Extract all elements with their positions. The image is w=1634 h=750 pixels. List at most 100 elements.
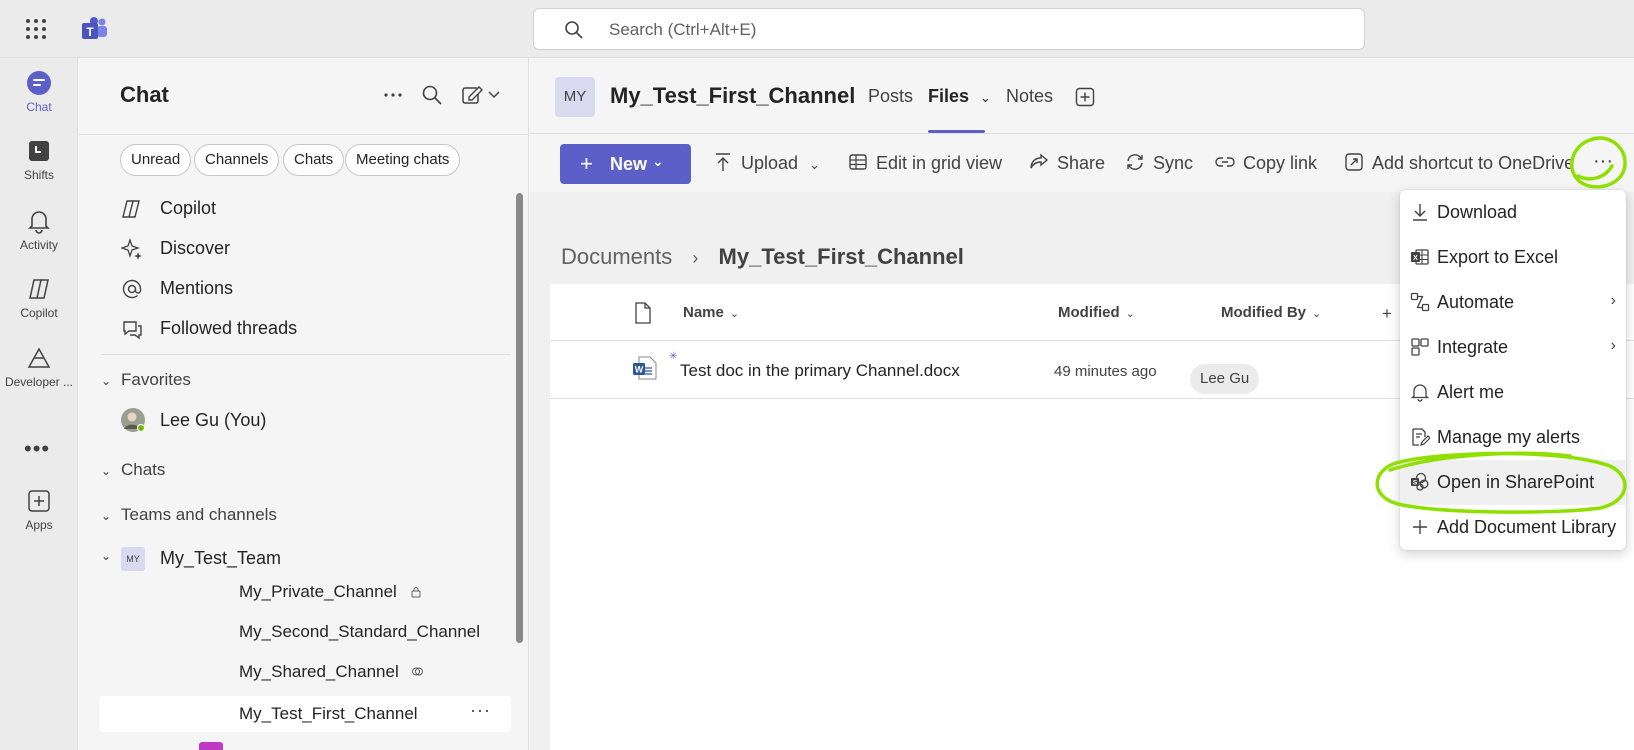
section-chats[interactable]: ⌄ Chats xyxy=(101,460,165,480)
rail-item-developer-portal[interactable]: Developer ... xyxy=(0,345,78,407)
section-label: Favorites xyxy=(121,370,191,389)
sync-button[interactable]: Sync xyxy=(1125,152,1193,174)
chevron-right-icon: › xyxy=(1610,292,1616,309)
rail-item-shifts[interactable]: Shifts xyxy=(0,138,78,200)
chevron-down-icon: ⌄ xyxy=(101,374,112,388)
at-icon xyxy=(121,278,143,300)
copy-link-button[interactable]: Copy link xyxy=(1215,152,1317,174)
chevron-down-icon: ⌄ xyxy=(101,549,112,563)
channel-label: My_Second_Standard_Channel xyxy=(239,622,481,641)
add-shortcut-button[interactable]: Add shortcut to OneDrive xyxy=(1344,152,1574,174)
breadcrumb-current: My_Test_First_Channel xyxy=(718,244,964,269)
share-button[interactable]: Share xyxy=(1029,152,1105,174)
rail-item-apps[interactable]: Apps xyxy=(0,488,78,550)
filter-meeting-chats[interactable]: Meeting chats xyxy=(345,144,461,176)
rail-label: Apps xyxy=(25,518,53,532)
new-file-sparkle-icon: ✳ xyxy=(669,351,678,362)
menu-item-label: Integrate xyxy=(1437,337,1509,357)
filter-channels[interactable]: Channels xyxy=(194,144,280,176)
modified-by-chip[interactable]: Lee Gu xyxy=(1190,364,1260,394)
breadcrumb-root[interactable]: Documents xyxy=(561,244,672,269)
menu-item-label: Export to Excel xyxy=(1437,247,1559,267)
column-header-name[interactable]: Name ⌄ xyxy=(683,304,739,321)
more-actions-button[interactable]: ··· xyxy=(1588,148,1618,178)
svg-text:W: W xyxy=(635,365,644,375)
list-item-mentions[interactable]: Mentions xyxy=(101,270,511,308)
app-launcher-icon[interactable] xyxy=(24,17,48,41)
apps-add-icon xyxy=(26,488,52,514)
menu-item-label: Automate xyxy=(1437,292,1515,312)
chevron-down-icon: ⌄ xyxy=(809,157,820,172)
column-label: Modified By xyxy=(1221,304,1306,321)
channel-item-selected[interactable]: My_Test_First_Channel ··· xyxy=(99,696,511,732)
tab-notes[interactable]: Notes xyxy=(1006,86,1053,107)
tab-posts[interactable]: Posts xyxy=(868,86,913,107)
more-options-icon[interactable]: ··· xyxy=(470,700,491,721)
list-item-favorite-user[interactable]: Lee Gu (You) xyxy=(101,402,511,440)
section-favorites[interactable]: ⌄ Favorites xyxy=(101,370,191,390)
menu-item-integrate[interactable]: Integrate › xyxy=(1400,325,1626,370)
chat-pane: Chat Unread Channels Chats Meeting chats… xyxy=(79,58,529,750)
more-options-icon[interactable] xyxy=(382,84,404,106)
integrate-icon xyxy=(1410,337,1430,357)
chevron-down-icon: ⌄ xyxy=(980,90,991,105)
threads-icon xyxy=(121,318,143,340)
channel-item[interactable]: My_Private_Channel xyxy=(239,582,422,602)
upload-label: Upload xyxy=(741,153,799,173)
team-item[interactable]: ⌄ MY My_Test_Team xyxy=(101,540,511,578)
file-modified: 49 minutes ago xyxy=(1054,363,1157,380)
search-box[interactable]: Search (Ctrl+Alt+E) xyxy=(533,8,1365,50)
list-item-discover[interactable]: Discover xyxy=(101,230,511,268)
search-icon[interactable] xyxy=(421,84,443,106)
menu-item-add-document-library[interactable]: Add Document Library xyxy=(1400,505,1626,550)
new-chat-icon[interactable] xyxy=(461,84,501,106)
list-item-followed-threads[interactable]: Followed threads xyxy=(101,310,511,348)
search-placeholder: Search (Ctrl+Alt+E) xyxy=(609,20,757,39)
channel-label: My_Shared_Channel xyxy=(239,662,399,681)
edit-grid-view-button[interactable]: Edit in grid view xyxy=(848,152,1002,174)
column-header-modified-by[interactable]: Modified By ⌄ xyxy=(1221,304,1321,321)
more-apps-icon[interactable]: ••• xyxy=(24,436,50,462)
add-column-icon[interactable]: + xyxy=(1382,304,1392,324)
breadcrumb: Documents › My_Test_First_Channel xyxy=(561,244,964,270)
channel-item[interactable]: My_Second_Standard_Channel xyxy=(239,622,480,642)
upload-button[interactable]: Upload ⌄ xyxy=(713,152,820,174)
list-item-label: Copilot xyxy=(160,198,217,218)
filter-chats[interactable]: Chats xyxy=(283,144,345,176)
chevron-down-icon: ⌄ xyxy=(101,509,112,523)
menu-item-export-to-excel[interactable]: X Export to Excel xyxy=(1400,235,1626,280)
chevron-down-icon: ⌄ xyxy=(101,464,112,478)
channel-item[interactable]: My_Shared_Channel xyxy=(239,662,424,682)
menu-item-label: Alert me xyxy=(1437,382,1505,402)
filter-unread[interactable]: Unread xyxy=(120,144,192,176)
menu-item-label: Download xyxy=(1437,202,1518,222)
divider xyxy=(79,134,529,135)
add-tab-icon[interactable] xyxy=(1075,87,1095,107)
file-name[interactable]: Test doc in the primary Channel.docx xyxy=(680,361,960,381)
list-item-copilot[interactable]: Copilot xyxy=(101,190,511,228)
top-bar: T Search (Ctrl+Alt+E) xyxy=(0,0,1634,58)
column-header-modified[interactable]: Modified ⌄ xyxy=(1058,304,1135,321)
list-item-label: Mentions xyxy=(160,278,234,298)
rail-item-chat[interactable]: Chat xyxy=(0,70,78,132)
tab-files[interactable]: Files ⌄ xyxy=(928,86,991,107)
sync-label: Sync xyxy=(1153,153,1194,173)
menu-item-automate[interactable]: Automate › xyxy=(1400,280,1626,325)
rail-item-activity[interactable]: Activity xyxy=(0,208,78,270)
scrollbar[interactable] xyxy=(516,193,523,643)
channel-title: My_Test_First_Channel xyxy=(610,83,856,108)
menu-item-manage-my-alerts[interactable]: Manage my alerts xyxy=(1400,415,1626,460)
section-label: Teams and channels xyxy=(121,505,277,524)
column-label: Modified xyxy=(1058,304,1120,321)
menu-item-open-in-sharepoint[interactable]: S Open in SharePoint xyxy=(1400,460,1626,505)
share-label: Share xyxy=(1057,153,1106,173)
menu-item-label: Add Document Library xyxy=(1437,517,1617,537)
rail-item-copilot[interactable]: Copilot xyxy=(0,276,78,338)
new-button[interactable]: + New ⌄ xyxy=(560,144,691,184)
menu-item-alert-me[interactable]: Alert me xyxy=(1400,370,1626,415)
manage-alerts-icon xyxy=(1410,427,1430,447)
channel-label: My_Private_Channel xyxy=(239,582,397,601)
download-icon xyxy=(1410,202,1430,222)
section-teams-and-channels[interactable]: ⌄ Teams and channels xyxy=(101,505,277,525)
menu-item-download[interactable]: Download xyxy=(1400,190,1626,235)
